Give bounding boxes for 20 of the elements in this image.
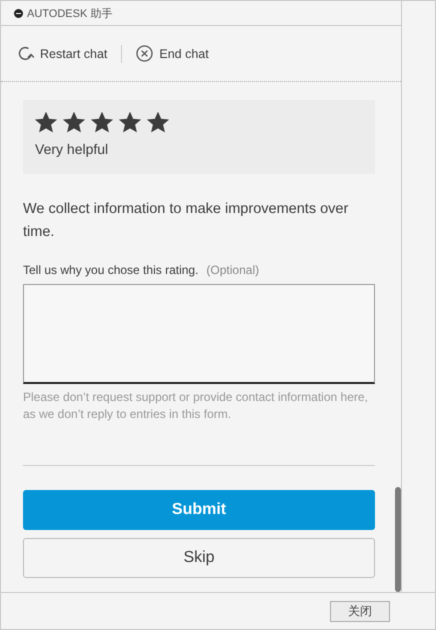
feedback-field[interactable]: [23, 284, 375, 384]
end-chat-button[interactable]: End chat: [136, 45, 209, 62]
window-title: AUTODESK 助手: [27, 6, 112, 20]
star-icon[interactable]: [91, 112, 113, 133]
minimize-icon[interactable]: [14, 8, 23, 18]
star-icon[interactable]: [147, 112, 169, 133]
feedback-label: Tell us why you chose this rating.: [23, 263, 198, 277]
star-icon[interactable]: [35, 112, 57, 133]
star-icon[interactable]: [119, 112, 141, 133]
hint-text: Please don’t request support or provide contact information here, as we don’t reply to entries in this form.: [23, 389, 369, 423]
close-circle-icon: [136, 45, 154, 62]
close-button[interactable]: 关闭: [330, 600, 390, 622]
restart-chat-button[interactable]: Restart chat: [17, 45, 108, 62]
star-icon[interactable]: [63, 112, 85, 133]
skip-button[interactable]: Skip: [23, 538, 375, 578]
optional-label: (Optional): [206, 263, 260, 277]
refresh-icon: [17, 45, 34, 62]
rating-label: Very helpful: [35, 141, 110, 157]
info-text: We collect information to make improvements over time.: [23, 200, 350, 242]
scrollbar[interactable]: [395, 487, 401, 592]
